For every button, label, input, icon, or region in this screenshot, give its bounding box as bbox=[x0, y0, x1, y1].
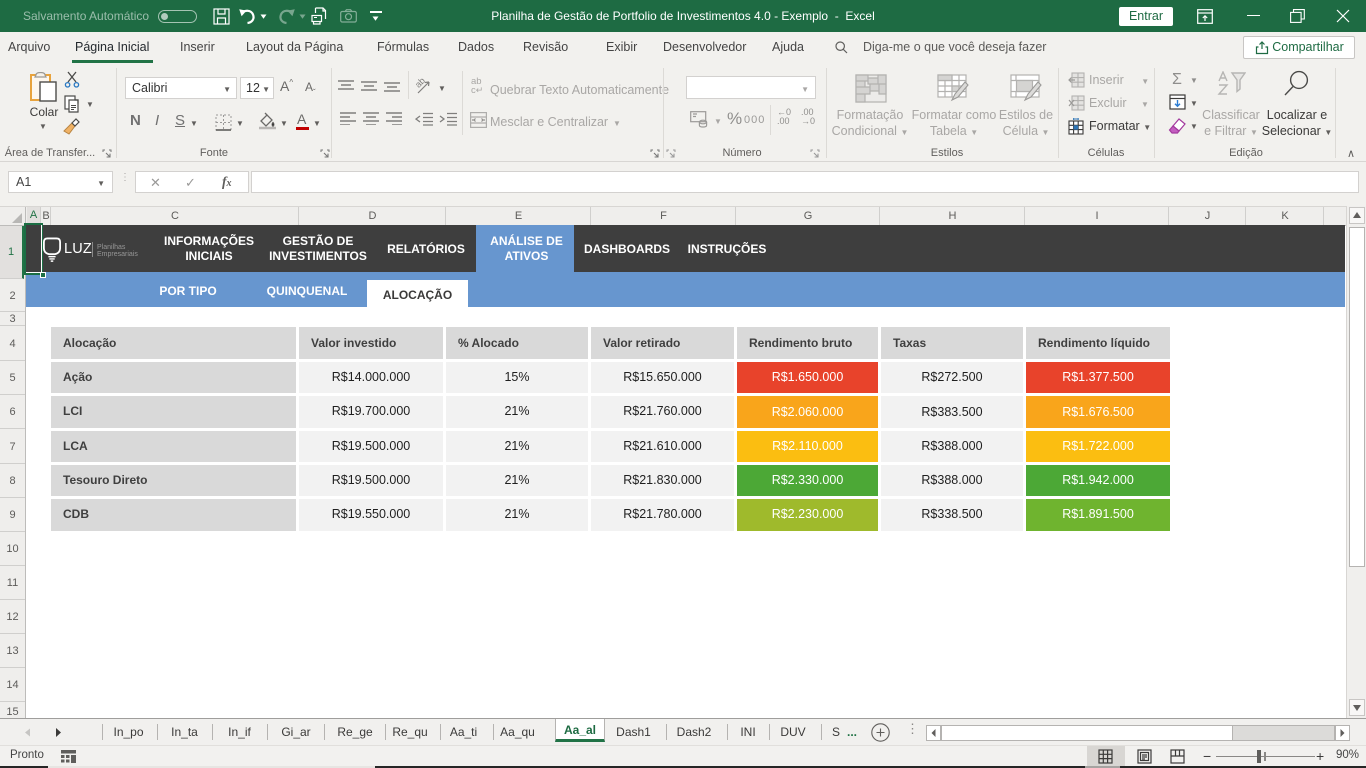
svg-text:ab: ab bbox=[415, 77, 427, 90]
